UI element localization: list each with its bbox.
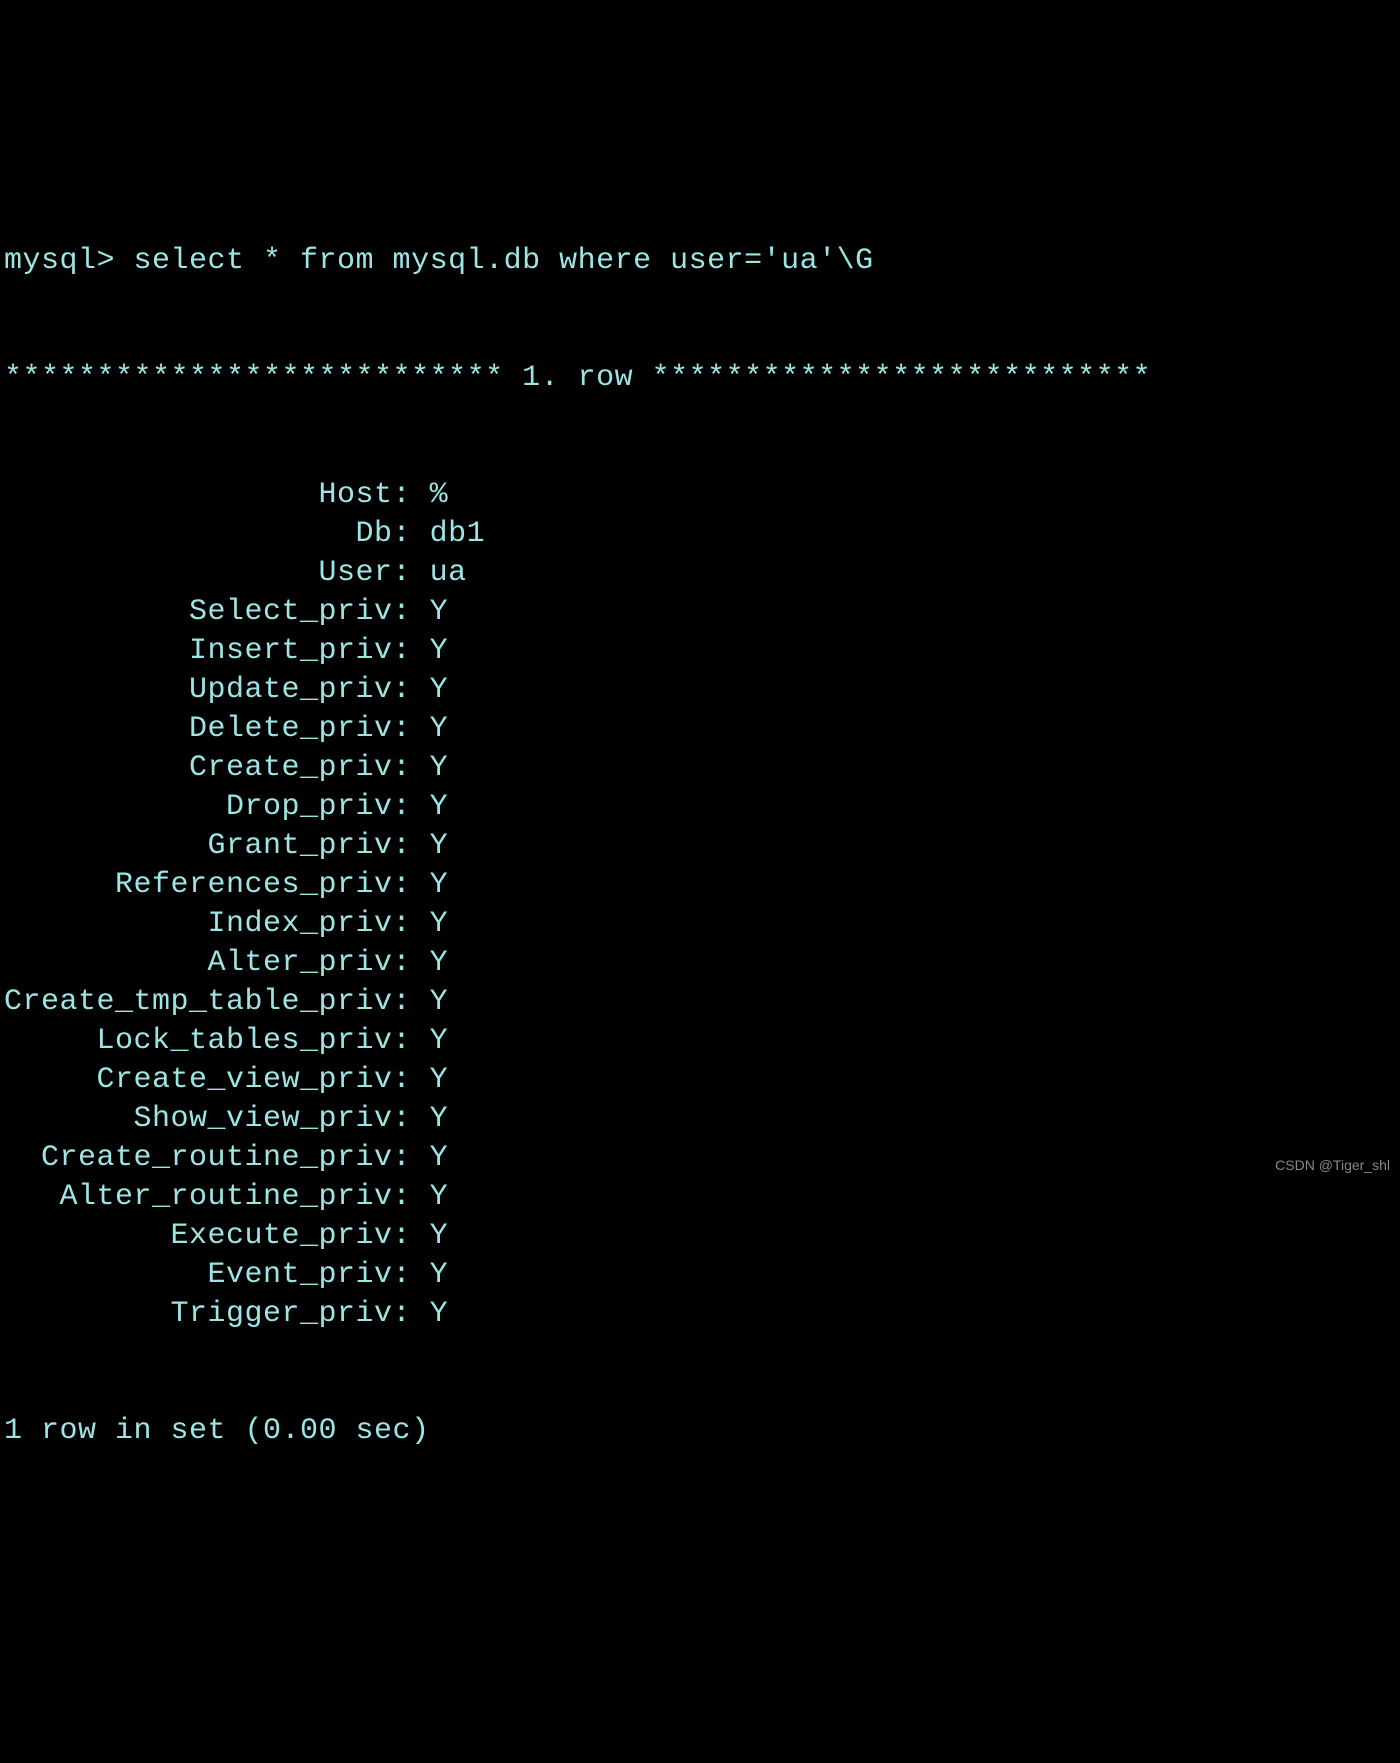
result-field-row: Delete_priv: Y	[4, 710, 1396, 749]
field-label: Lock_tables_priv:	[4, 1022, 430, 1061]
field-value: Y	[430, 1061, 449, 1100]
field-value: db1	[430, 515, 486, 554]
field-value: Y	[430, 827, 449, 866]
watermark: CSDN @Tiger_shl	[1275, 1156, 1390, 1174]
field-value: Y	[430, 710, 449, 749]
field-value: Y	[430, 788, 449, 827]
field-value: Y	[430, 1178, 449, 1217]
result-field-row: Alter_routine_priv: Y	[4, 1178, 1396, 1217]
field-value: Y	[430, 593, 449, 632]
field-value: Y	[430, 749, 449, 788]
result-field-row: Db: db1	[4, 515, 1396, 554]
result-field-row: Show_view_priv: Y	[4, 1100, 1396, 1139]
field-label: Host:	[4, 476, 430, 515]
result-field-row: Create_routine_priv: Y	[4, 1139, 1396, 1178]
result-field-row: Index_priv: Y	[4, 905, 1396, 944]
field-label: Grant_priv:	[4, 827, 430, 866]
field-label: Create_tmp_table_priv:	[4, 983, 430, 1022]
field-label: Create_priv:	[4, 749, 430, 788]
result-field-row: Grant_priv: Y	[4, 827, 1396, 866]
field-label: References_priv:	[4, 866, 430, 905]
field-label: Drop_priv:	[4, 788, 430, 827]
field-label: Update_priv:	[4, 671, 430, 710]
result-field-row: Host: %	[4, 476, 1396, 515]
field-label: Alter_routine_priv:	[4, 1178, 430, 1217]
field-value: Y	[430, 866, 449, 905]
field-label: Select_priv:	[4, 593, 430, 632]
field-label: Alter_priv:	[4, 944, 430, 983]
field-label: Event_priv:	[4, 1256, 430, 1295]
result-field-row: Update_priv: Y	[4, 671, 1396, 710]
result-field-row: Create_priv: Y	[4, 749, 1396, 788]
field-label: Index_priv:	[4, 905, 430, 944]
mysql-prompt-line: mysql> select * from mysql.db where user…	[4, 242, 1396, 281]
field-value: Y	[430, 671, 449, 710]
field-value: ua	[430, 554, 467, 593]
field-value: Y	[430, 1022, 449, 1061]
field-value: Y	[430, 1295, 449, 1334]
field-value: Y	[430, 1217, 449, 1256]
field-label: User:	[4, 554, 430, 593]
field-label: Create_routine_priv:	[4, 1139, 430, 1178]
result-field-row: Insert_priv: Y	[4, 632, 1396, 671]
field-label: Create_view_priv:	[4, 1061, 430, 1100]
field-value: Y	[430, 905, 449, 944]
field-value: Y	[430, 944, 449, 983]
field-label: Execute_priv:	[4, 1217, 430, 1256]
result-field-row: Drop_priv: Y	[4, 788, 1396, 827]
result-field-row: Execute_priv: Y	[4, 1217, 1396, 1256]
result-field-row: Lock_tables_priv: Y	[4, 1022, 1396, 1061]
result-field-row: User: ua	[4, 554, 1396, 593]
result-field-row: References_priv: Y	[4, 866, 1396, 905]
result-field-row: Alter_priv: Y	[4, 944, 1396, 983]
result-field-row: Create_view_priv: Y	[4, 1061, 1396, 1100]
field-value: Y	[430, 632, 449, 671]
field-value: Y	[430, 983, 449, 1022]
result-field-row: Select_priv: Y	[4, 593, 1396, 632]
result-field-row: Trigger_priv: Y	[4, 1295, 1396, 1334]
field-value: Y	[430, 1100, 449, 1139]
field-label: Delete_priv:	[4, 710, 430, 749]
field-value: Y	[430, 1139, 449, 1178]
field-value: Y	[430, 1256, 449, 1295]
field-label: Db:	[4, 515, 430, 554]
terminal-output: mysql> select * from mysql.db where user…	[4, 164, 1396, 1490]
result-field-row: Event_priv: Y	[4, 1256, 1396, 1295]
status-line: 1 row in set (0.00 sec)	[4, 1412, 1396, 1451]
field-label: Insert_priv:	[4, 632, 430, 671]
row-separator: *************************** 1. row *****…	[4, 359, 1396, 398]
field-label: Show_view_priv:	[4, 1100, 430, 1139]
result-field-row: Create_tmp_table_priv: Y	[4, 983, 1396, 1022]
field-value: %	[430, 476, 449, 515]
field-label: Trigger_priv:	[4, 1295, 430, 1334]
result-fields: Host: % Db: db1 User: ua Select_priv: Y …	[4, 476, 1396, 1334]
